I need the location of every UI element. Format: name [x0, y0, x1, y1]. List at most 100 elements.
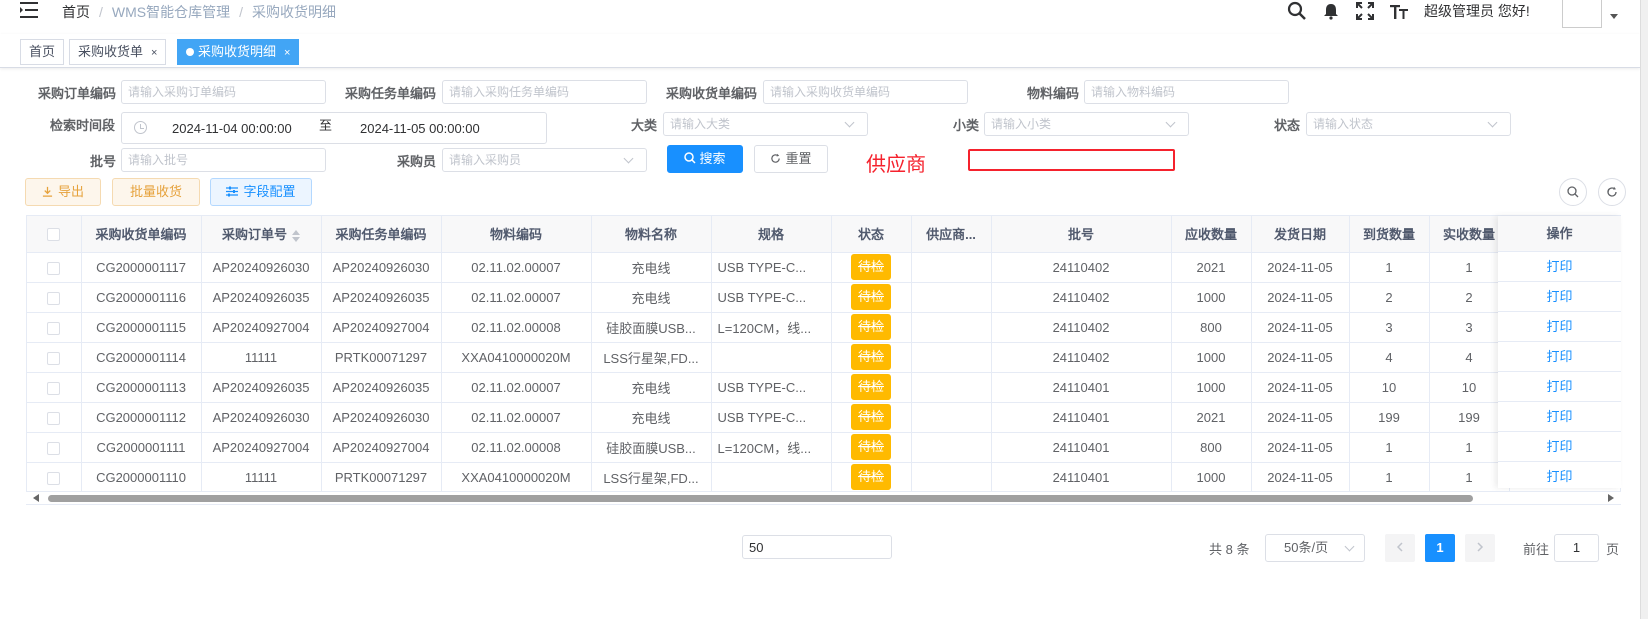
- search-button-label: 搜索: [699, 151, 726, 166]
- close-icon[interactable]: ×: [284, 47, 290, 59]
- search-button[interactable]: 搜索: [667, 145, 743, 173]
- reset-button[interactable]: 重置: [754, 145, 828, 173]
- font-size-icon[interactable]: [1388, 0, 1410, 22]
- print-link[interactable]: 打印: [1546, 379, 1572, 394]
- select-all-cell[interactable]: [27, 216, 82, 253]
- scroll-right-arrow-icon[interactable]: [1608, 494, 1614, 502]
- close-icon[interactable]: ×: [151, 47, 157, 59]
- table-cell: 3: [1349, 312, 1430, 343]
- goto-page-input[interactable]: 1: [1554, 534, 1599, 562]
- row-checkbox[interactable]: [47, 411, 61, 425]
- table-cell: USB TYPE-C...: [711, 402, 832, 433]
- row-checkbox[interactable]: [47, 261, 61, 275]
- batch-receive-label: 批量收货: [129, 184, 182, 199]
- column-header: 批号: [991, 216, 1172, 253]
- column-header-sortable[interactable]: 采购订单号: [201, 216, 322, 253]
- status-select[interactable]: [1306, 112, 1511, 136]
- end-date[interactable]: 2024-11-05 00:00:00: [360, 121, 480, 136]
- status-cell: 待检: [831, 372, 912, 403]
- receipt-code-input[interactable]: [763, 80, 968, 104]
- print-link[interactable]: 打印: [1546, 409, 1572, 424]
- data-table: 采购收货单编码 采购订单号 采购任务单编码 物料编码 物料名称 规格 状态 供应…: [26, 215, 1621, 505]
- bell-icon[interactable]: [1320, 0, 1342, 22]
- breadcrumb-home[interactable]: 首页: [62, 4, 90, 20]
- table-cell: 24110402: [991, 282, 1172, 313]
- tag-home[interactable]: 首页: [20, 39, 65, 65]
- subcategory-select[interactable]: [984, 112, 1189, 136]
- task-code-input[interactable]: [442, 80, 647, 104]
- search-icon: [1567, 186, 1579, 198]
- row-select-cell[interactable]: [27, 342, 82, 373]
- sort-icon[interactable]: [292, 229, 300, 242]
- scroll-left-arrow-icon[interactable]: [33, 494, 39, 502]
- table-cell: 1000: [1171, 462, 1252, 493]
- field-config-button[interactable]: 字段配置: [210, 178, 312, 206]
- horizontal-scrollbar[interactable]: [26, 491, 1621, 504]
- row-select-cell[interactable]: [27, 312, 82, 343]
- row-checkbox[interactable]: [47, 381, 61, 395]
- table-cell: [911, 312, 992, 343]
- search-icon[interactable]: [1286, 0, 1308, 22]
- tag-label: 采购收货单: [78, 44, 144, 59]
- table-cell: CG2000001111: [81, 432, 202, 463]
- table-cell: CG2000001117: [81, 252, 202, 283]
- row-select-cell[interactable]: [27, 252, 82, 283]
- print-link[interactable]: 打印: [1546, 319, 1572, 334]
- print-link[interactable]: 打印: [1546, 469, 1572, 484]
- print-link[interactable]: 打印: [1546, 289, 1572, 304]
- row-checkbox[interactable]: [47, 291, 61, 305]
- table-cell: AP20240926030: [201, 252, 322, 283]
- material-code-input[interactable]: [1084, 80, 1289, 104]
- page-size-select[interactable]: 50条/页: [1265, 534, 1365, 562]
- row-checkbox[interactable]: [47, 351, 61, 365]
- status-label: 状态: [1274, 118, 1301, 133]
- table-cell: CG2000001116: [81, 282, 202, 313]
- start-date[interactable]: 2024-11-04 00:00:00: [172, 121, 292, 136]
- breadcrumb-wms[interactable]: WMS智能仓库管理: [112, 4, 230, 20]
- row-checkbox[interactable]: [47, 441, 61, 455]
- batch-input[interactable]: [121, 148, 326, 172]
- status-badge: 待检: [850, 344, 891, 370]
- row-select-cell[interactable]: [27, 282, 82, 313]
- order-code-input[interactable]: [121, 80, 326, 104]
- page-size-input[interactable]: [742, 535, 892, 559]
- hamburger-icon[interactable]: [20, 1, 40, 19]
- row-checkbox[interactable]: [47, 321, 61, 335]
- row-checkbox[interactable]: [47, 471, 61, 485]
- prev-page-button[interactable]: [1385, 534, 1415, 562]
- batch-receive-button[interactable]: 批量收货: [112, 178, 200, 206]
- export-button[interactable]: 导出: [25, 178, 101, 206]
- tag-label: 首页: [29, 44, 56, 59]
- status-cell: 待检: [831, 252, 912, 283]
- row-select-cell[interactable]: [27, 372, 82, 403]
- status-cell: 待检: [831, 342, 912, 373]
- date-range-picker[interactable]: 2024-11-04 00:00:00 至 2024-11-05 00:00:0…: [121, 112, 547, 144]
- table-cell: PRTK00071297: [321, 462, 442, 493]
- status-cell: 待检: [831, 402, 912, 433]
- row-select-cell[interactable]: [27, 462, 82, 493]
- page-number-button[interactable]: 1: [1425, 534, 1455, 562]
- toggle-search-button[interactable]: [1559, 178, 1587, 206]
- row-select-cell[interactable]: [27, 432, 82, 463]
- table-cell: 2024-11-05: [1251, 282, 1350, 313]
- tag-purchase-receipt-detail[interactable]: 采购收货明细 ×: [177, 39, 300, 65]
- tag-purchase-receipt[interactable]: 采购收货单 ×: [69, 39, 167, 65]
- row-select-cell[interactable]: [27, 402, 82, 433]
- table-cell: USB TYPE-C...: [711, 282, 832, 313]
- caret-down-icon[interactable]: [1610, 14, 1618, 19]
- buyer-select[interactable]: [442, 148, 647, 172]
- next-page-button[interactable]: [1465, 534, 1495, 562]
- table-cell: 02.11.02.00008: [441, 312, 592, 343]
- table-cell: 4: [1349, 342, 1430, 373]
- select-all-checkbox[interactable]: [47, 228, 61, 242]
- supplier-highlight-box[interactable]: [968, 149, 1175, 171]
- print-link[interactable]: 打印: [1546, 259, 1572, 274]
- active-dot-icon: [186, 48, 194, 56]
- refresh-button[interactable]: [1598, 178, 1626, 206]
- fullscreen-icon[interactable]: [1354, 0, 1376, 22]
- print-link[interactable]: 打印: [1546, 439, 1572, 454]
- category-select[interactable]: [663, 112, 868, 136]
- avatar[interactable]: [1562, 0, 1602, 28]
- print-link[interactable]: 打印: [1546, 349, 1572, 364]
- scrollbar-thumb[interactable]: [48, 495, 1473, 502]
